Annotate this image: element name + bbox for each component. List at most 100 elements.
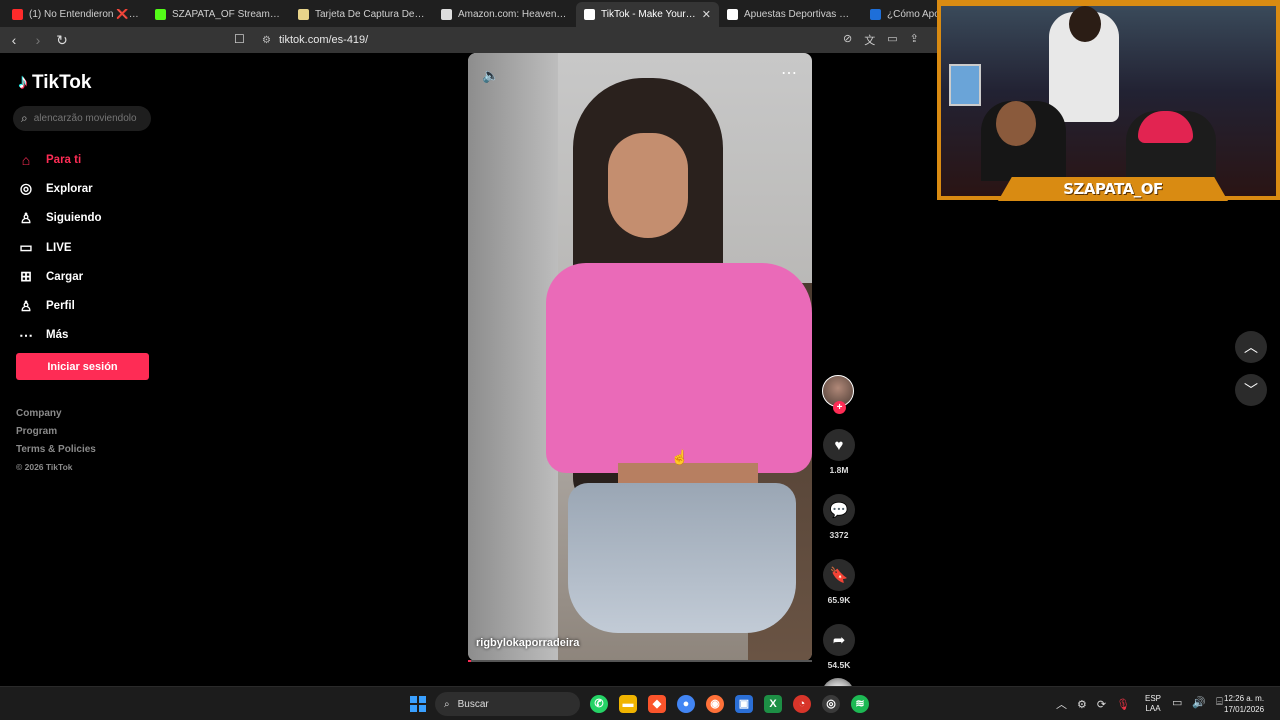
forward-icon[interactable]: › — [28, 32, 48, 48]
system-tray-status: ▭ 🔊 ⌸ — [1172, 696, 1223, 709]
stream-webcam-overlay: SZAPATA_OF — [937, 0, 1280, 201]
video-author[interactable]: rigbylokaporradeira — [476, 637, 579, 649]
search-box[interactable]: ⌕ — [13, 106, 151, 131]
video-player[interactable]: 🔈 ⋯ rigbylokaporradeira — [468, 53, 812, 661]
windows-taskbar: ⌕ Buscar ✆ ▬ ◆ ● ◉ ▣ X ◔ ◎ ≋ ︿ ⚙ ⟳ 🎙 ESP… — [0, 686, 1280, 720]
login-button[interactable]: Iniciar sesión — [16, 353, 149, 380]
clock-time: 12:26 a. m. — [1224, 694, 1265, 703]
taskbar-clock[interactable]: 12:26 a. m. 17/01/2026 — [1224, 693, 1264, 715]
site-info-icon[interactable]: ⚙ — [262, 35, 271, 46]
tab-favicon-icon — [298, 9, 309, 20]
live-icon: ▭ — [19, 239, 33, 256]
tiktok-logo[interactable]: ♪ TikTok — [18, 71, 91, 94]
firefox-icon[interactable]: ◉ — [706, 695, 724, 713]
tab-title: Apuestas Deportivas Online - C — [744, 9, 854, 20]
brave-icon[interactable]: ◆ — [648, 695, 666, 713]
taskbar-search[interactable]: ⌕ Buscar — [435, 692, 580, 716]
tray-app-icon[interactable]: ⚙ — [1077, 698, 1087, 711]
excel-icon[interactable]: X — [764, 695, 782, 713]
webcam-scene — [1069, 6, 1101, 42]
share-icon[interactable]: ⇪ — [910, 32, 919, 48]
comment-action[interactable]: 💬 3372 — [822, 494, 856, 540]
display-icon[interactable]: ▭ — [1172, 696, 1182, 709]
browser-tab[interactable]: Apuestas Deportivas Online - C — [719, 2, 862, 27]
back-icon[interactable]: ‹ — [4, 32, 24, 48]
follow-plus-icon[interactable]: + — [833, 401, 846, 414]
reload-icon[interactable]: ↻ — [52, 32, 72, 49]
share-action[interactable]: ➦ 54.5K — [822, 624, 856, 670]
url-text[interactable]: tiktok.com/es-419/ — [279, 34, 368, 46]
browser-tab[interactable]: Amazon.com: HeavenBird Tarje — [433, 2, 576, 27]
keyboard-language[interactable]: ESP LAA — [1145, 694, 1161, 714]
copyright: © 2026 TikTok — [16, 462, 73, 472]
video-progress-bar[interactable] — [468, 660, 812, 662]
like-count: 1.8M — [829, 465, 849, 475]
spotify-icon[interactable]: ≋ — [851, 695, 869, 713]
sidebar-item-label: Siguiendo — [46, 212, 102, 225]
browser-tab[interactable]: TikTok - Make Your Day ✕ — [576, 2, 719, 27]
whatsapp-icon[interactable]: ✆ — [590, 695, 608, 713]
sidebar-item-explorar[interactable]: ◎ Explorar — [18, 174, 102, 203]
footer-company-link[interactable]: Company — [16, 408, 96, 426]
translate-icon[interactable]: 文 — [864, 32, 875, 48]
tab-favicon-icon — [584, 9, 595, 20]
sidebar-item-label: Para ti — [46, 153, 82, 166]
sidebar-item-siguiendo[interactable]: ♙ Siguiendo — [18, 204, 102, 233]
creator-avatar[interactable]: + — [822, 375, 854, 414]
volume-icon[interactable]: 🔊 — [1192, 696, 1206, 709]
taskbar-search-label: Buscar — [457, 698, 489, 710]
toolbar-icons: ⊘ 文 ▭ ⇪ — [843, 32, 919, 48]
bookmark-icon[interactable]: 🔖 — [823, 559, 855, 591]
main-nav: ⌂ Para ti ◎ Explorar ♙ Siguiendo ▭ LIVE ⊞ Cargar ♙… — [18, 145, 102, 350]
microphone-icon[interactable]: 🎙 — [1116, 698, 1130, 711]
browser-tab[interactable]: SZAPATA_OF Stream - Watch Li — [147, 2, 290, 27]
sync-icon[interactable]: ⟳ — [1097, 698, 1106, 711]
tab-favicon-icon — [12, 9, 23, 20]
more-options-icon[interactable]: ⋯ — [781, 63, 798, 83]
save-action[interactable]: 🔖 65.9K — [822, 559, 856, 605]
file-explorer-icon[interactable]: ▬ — [619, 695, 637, 713]
like-action[interactable]: ♥ 1.8M — [822, 429, 856, 475]
sidebar-item-perfil[interactable]: ♙ Perfil — [18, 291, 102, 320]
chrome-icon[interactable]: ● — [677, 695, 695, 713]
obs-icon[interactable]: ◎ — [822, 695, 840, 713]
previous-video-button[interactable]: ︿ — [1235, 331, 1267, 363]
video-progress-fill — [468, 660, 472, 662]
tab-title: SZAPATA_OF Stream - Watch Li — [172, 9, 282, 20]
upload-icon: ⊞ — [20, 268, 32, 285]
cast-icon[interactable]: ▭ — [887, 32, 897, 48]
sidebar-item-más[interactable]: ⋯ Más — [18, 321, 102, 350]
sidebar-item-live[interactable]: ▭ LIVE — [18, 233, 102, 262]
chevron-up-icon[interactable]: ︿ — [1056, 696, 1067, 712]
address-bar[interactable]: ⚙ tiktok.com/es-419/ — [262, 27, 368, 53]
tab-title: Tarjeta De Captura De Video, 4 — [315, 9, 425, 20]
windows-start-icon[interactable] — [410, 696, 426, 712]
comment-icon[interactable]: 💬 — [823, 494, 855, 526]
sidebar-item-label: Cargar — [46, 270, 84, 283]
sidebar-item-cargar[interactable]: ⊞ Cargar — [18, 262, 102, 291]
acrobat-icon[interactable]: ◔ — [793, 695, 811, 713]
compass-icon: ◎ — [19, 180, 33, 197]
network-icon[interactable]: ⌸ — [1216, 696, 1223, 709]
browser-tab[interactable]: Tarjeta De Captura De Video, 4 — [290, 2, 433, 27]
webcam-scene — [949, 64, 981, 106]
share-arrow-icon[interactable]: ➦ — [823, 624, 855, 656]
app-window-icon[interactable]: ▣ — [735, 695, 753, 713]
browser-tab[interactable]: (1) No Entendieron ❌Kevin To — [4, 2, 147, 27]
tab-title: TikTok - Make Your Day — [601, 9, 696, 20]
search-input[interactable] — [33, 113, 139, 124]
heart-icon[interactable]: ♥ — [823, 429, 855, 461]
no-tracking-icon[interactable]: ⊘ — [843, 32, 852, 48]
volume-icon[interactable]: 🔈 — [482, 67, 499, 84]
sidebar-item-label: LIVE — [46, 241, 72, 254]
home-icon: ⌂ — [21, 151, 31, 168]
footer-program-link[interactable]: Program — [16, 426, 96, 444]
footer-terms-link[interactable]: Terms & Policies — [16, 444, 96, 462]
tab-title: Amazon.com: HeavenBird Tarje — [458, 9, 568, 20]
profile-icon: ♙ — [19, 297, 33, 314]
close-tab-icon[interactable]: ✕ — [702, 8, 711, 21]
next-video-button[interactable]: ﹀ — [1235, 374, 1267, 406]
sidebar-item-para-ti[interactable]: ⌂ Para ti — [18, 145, 102, 174]
pinned-apps: ✆ ▬ ◆ ● ◉ ▣ X ◔ ◎ ≋ — [590, 695, 869, 713]
bookmark-icon[interactable]: ☐ — [234, 32, 248, 46]
